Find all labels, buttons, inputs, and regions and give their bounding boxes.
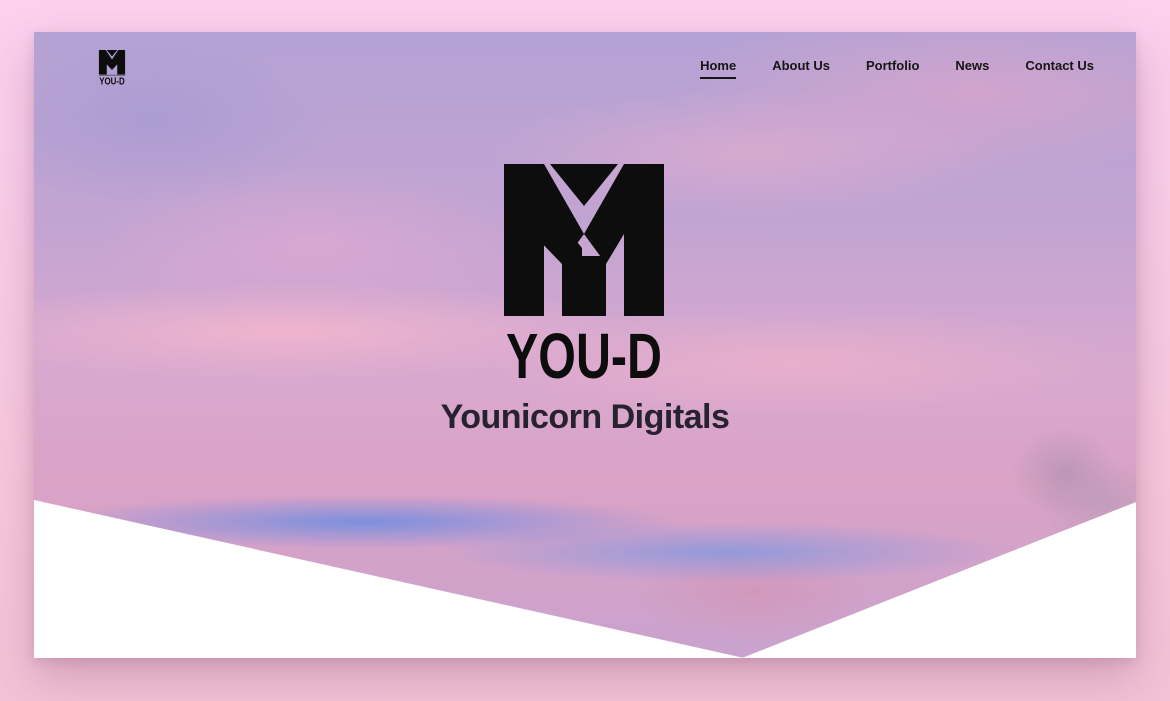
- top-navigation: YOU-D Home About Us Portfolio News Conta…: [34, 32, 1136, 104]
- website-window: YOU-D Home About Us Portfolio News Conta…: [34, 32, 1136, 658]
- svg-text:YOU-D: YOU-D: [99, 77, 125, 86]
- main-menu: Home About Us Portfolio News Contact Us: [700, 58, 1094, 79]
- brand-logo-wordmark: YOU-D: [506, 320, 662, 384]
- nav-item-news[interactable]: News: [955, 58, 989, 77]
- nav-item-home[interactable]: Home: [700, 58, 737, 79]
- brand-logo-large: YOU-D: [504, 164, 664, 384]
- nav-item-about-us[interactable]: About Us: [772, 58, 830, 77]
- nav-item-portfolio[interactable]: Portfolio: [866, 58, 919, 77]
- page-background: YOU-D Home About Us Portfolio News Conta…: [0, 0, 1170, 701]
- brand-logo-small[interactable]: YOU-D: [98, 50, 126, 86]
- hero-company-name: Younicorn Digitals: [440, 398, 730, 436]
- nav-item-contact-us[interactable]: Contact Us: [1025, 58, 1094, 77]
